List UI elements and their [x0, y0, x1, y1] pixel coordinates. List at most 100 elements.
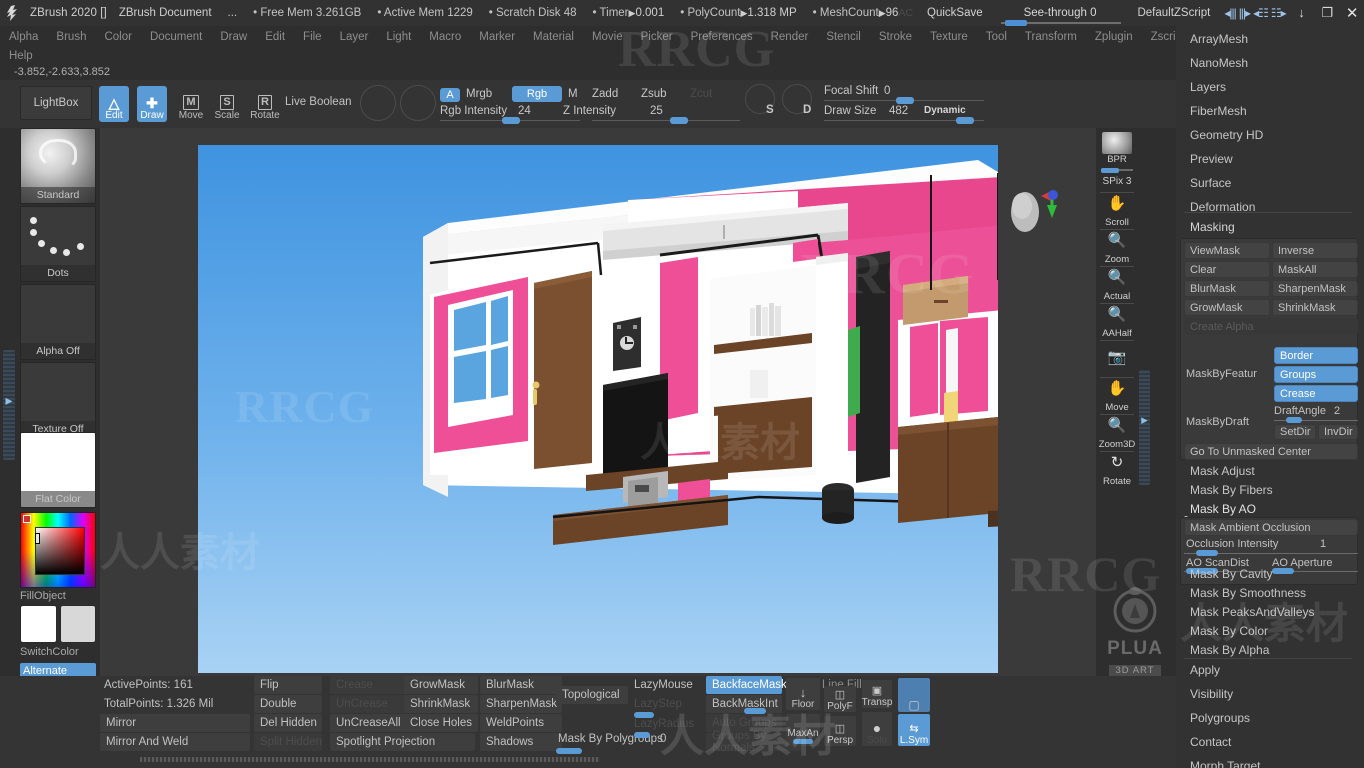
- menu-item-layer[interactable]: Layer: [331, 31, 378, 43]
- menu-item-help[interactable]: Help: [0, 50, 42, 62]
- del-hidden-button[interactable]: Del Hidden: [254, 714, 322, 732]
- double-button[interactable]: Double: [254, 695, 322, 713]
- menu-item-zplugin[interactable]: Zplugin: [1086, 31, 1142, 43]
- crease-button[interactable]: Crease: [1274, 385, 1358, 402]
- lazyradius-label[interactable]: LazyRadius: [634, 718, 694, 730]
- a-toggle-button[interactable]: A: [440, 88, 460, 102]
- primary-color-swatch[interactable]: [20, 605, 57, 643]
- bottom-scrollbar[interactable]: [140, 757, 600, 762]
- fillobject-button[interactable]: FillObject: [20, 590, 66, 602]
- apply-button[interactable]: Apply: [1182, 659, 1356, 681]
- goto-unmasked-center-button[interactable]: Go To Unmasked Center: [1184, 443, 1358, 460]
- masking-section-title[interactable]: Masking: [1182, 216, 1356, 238]
- persp-button[interactable]: ◫ Persp: [824, 716, 856, 746]
- panel-item-morph-target[interactable]: Morph Target: [1182, 755, 1356, 768]
- mask-by-polygroups-knob[interactable]: [556, 748, 582, 754]
- split-hidden-button[interactable]: Split Hidden: [254, 733, 322, 751]
- spix-knob[interactable]: [1101, 168, 1119, 173]
- topological-button[interactable]: Topological: [556, 686, 628, 704]
- right-tray-handle[interactable]: ▸: [1139, 370, 1150, 485]
- bpr-button[interactable]: BPR: [1098, 130, 1136, 165]
- z-intensity-track[interactable]: [592, 120, 740, 121]
- move-mode-button[interactable]: M Move: [176, 86, 206, 122]
- alpha-selector[interactable]: Alpha Off: [20, 284, 96, 360]
- color-swatches[interactable]: [20, 605, 96, 643]
- m-button[interactable]: M: [568, 88, 578, 100]
- menu-item-transform[interactable]: Transform: [1016, 31, 1086, 43]
- blurmask-button[interactable]: BlurMask: [1184, 280, 1270, 297]
- uncrease-button[interactable]: UnCrease: [330, 695, 410, 713]
- menu-item-draw[interactable]: Draw: [211, 31, 256, 43]
- menu-item-tool[interactable]: Tool: [977, 31, 1016, 43]
- menu-item-picker[interactable]: Picker: [632, 31, 682, 43]
- blurmask-bottom-button[interactable]: BlurMask: [480, 676, 562, 694]
- tray-left-icon[interactable]: ◂☷: [1253, 6, 1269, 20]
- backfacemask-button[interactable]: BackfaceMask: [706, 676, 787, 694]
- quicksave-button[interactable]: QuickSave: [927, 7, 983, 19]
- uncreaseall-button[interactable]: UnCreaseAll: [330, 714, 410, 732]
- scale-mode-button[interactable]: S Scale: [212, 86, 242, 122]
- panel-item-preview[interactable]: Preview: [1182, 148, 1356, 170]
- spotlight-projection-button[interactable]: Spotlight Projection: [330, 733, 475, 751]
- material-preview-icon[interactable]: [360, 85, 396, 121]
- growmask-button[interactable]: GrowMask: [1184, 299, 1270, 316]
- panel-item-nanomesh[interactable]: NanoMesh: [1182, 52, 1356, 74]
- menu-item-alpha[interactable]: Alpha: [0, 31, 47, 43]
- sharpenmask-bottom-button[interactable]: SharpenMask: [480, 695, 562, 713]
- menu-item-movie[interactable]: Movie: [583, 31, 632, 43]
- shrinkmask-bottom-button[interactable]: ShrinkMask: [404, 695, 478, 713]
- panel-item-geometry-hd[interactable]: Geometry HD: [1182, 124, 1356, 146]
- menu-item-light[interactable]: Light: [377, 31, 420, 43]
- tray-right-icon[interactable]: ☷▸: [1271, 6, 1287, 20]
- ghost-button[interactable]: ▢: [898, 678, 930, 712]
- menu-item-brush[interactable]: Brush: [47, 31, 95, 43]
- menus-left-icon[interactable]: ◂|||: [1224, 6, 1236, 20]
- panel-item-surface[interactable]: Surface: [1182, 172, 1356, 194]
- polyf-button[interactable]: ◫ PolyF: [824, 686, 856, 712]
- flip-button[interactable]: Flip: [254, 676, 322, 694]
- floor-button[interactable]: ↓ Floor: [786, 678, 820, 710]
- invdir-button[interactable]: InvDir: [1318, 424, 1358, 440]
- material-selector[interactable]: Flat Color: [20, 432, 96, 508]
- mirror-button[interactable]: Mirror: [100, 714, 250, 732]
- panel-item-deformation[interactable]: Deformation: [1182, 196, 1356, 218]
- menu-item-file[interactable]: File: [294, 31, 331, 43]
- sharpenmask-button[interactable]: SharpenMask: [1272, 280, 1358, 297]
- rotate-mode-button[interactable]: R Rotate: [250, 86, 280, 122]
- mrgb-button[interactable]: Mrgb: [466, 88, 492, 100]
- texture-selector[interactable]: Texture Off: [20, 362, 96, 438]
- crease-bottom-button[interactable]: Crease: [330, 676, 410, 694]
- menu-item-edit[interactable]: Edit: [256, 31, 294, 43]
- menu-item-stencil[interactable]: Stencil: [817, 31, 870, 43]
- zsub-button[interactable]: Zsub: [641, 88, 667, 100]
- maxan-button[interactable]: MaxAn: [786, 714, 820, 746]
- clear-button[interactable]: Clear: [1184, 261, 1270, 278]
- dynamic-button[interactable]: Dynamic: [924, 105, 966, 116]
- draw-mode-button[interactable]: ✚ Draw: [137, 86, 167, 122]
- move-nav-button[interactable]: ✋ Move: [1098, 377, 1136, 413]
- floating-navigation-gizmo[interactable]: [1005, 172, 1075, 242]
- aahalf-button[interactable]: 🔍 AAHalf: [1098, 303, 1136, 339]
- stroke-selector[interactable]: Dots: [20, 206, 96, 282]
- edit-mode-button[interactable]: △ Edit: [99, 86, 129, 122]
- panel-item-polygroups[interactable]: Polygroups: [1182, 707, 1356, 729]
- lazystep-label[interactable]: LazyStep: [634, 698, 682, 710]
- rotate-nav-button[interactable]: ↻ Rotate: [1098, 451, 1136, 487]
- lazyradius-knob[interactable]: [634, 732, 650, 738]
- menu-item-texture[interactable]: Texture: [921, 31, 977, 43]
- zoom-button[interactable]: 🔍 Zoom: [1098, 229, 1136, 265]
- color-square[interactable]: [35, 527, 85, 575]
- setdir-button[interactable]: SetDir: [1274, 424, 1316, 440]
- spix-slider[interactable]: SPix 3: [1098, 167, 1136, 187]
- left-tray-handle[interactable]: ▸: [3, 350, 15, 460]
- menu-item-document[interactable]: Document: [141, 31, 211, 43]
- zbrush-document-canvas[interactable]: [198, 145, 998, 673]
- occlusion-intensity-knob[interactable]: [1196, 550, 1218, 556]
- panel-item-arraymesh[interactable]: ArrayMesh: [1182, 28, 1356, 50]
- menu-item-macro[interactable]: Macro: [420, 31, 470, 43]
- menu-item-material[interactable]: Material: [524, 31, 583, 43]
- lightbox-button[interactable]: LightBox: [20, 86, 92, 120]
- rgb-button[interactable]: Rgb: [512, 86, 562, 102]
- live-boolean-button[interactable]: Live Boolean: [285, 96, 352, 108]
- menu-item-render[interactable]: Render: [762, 31, 818, 43]
